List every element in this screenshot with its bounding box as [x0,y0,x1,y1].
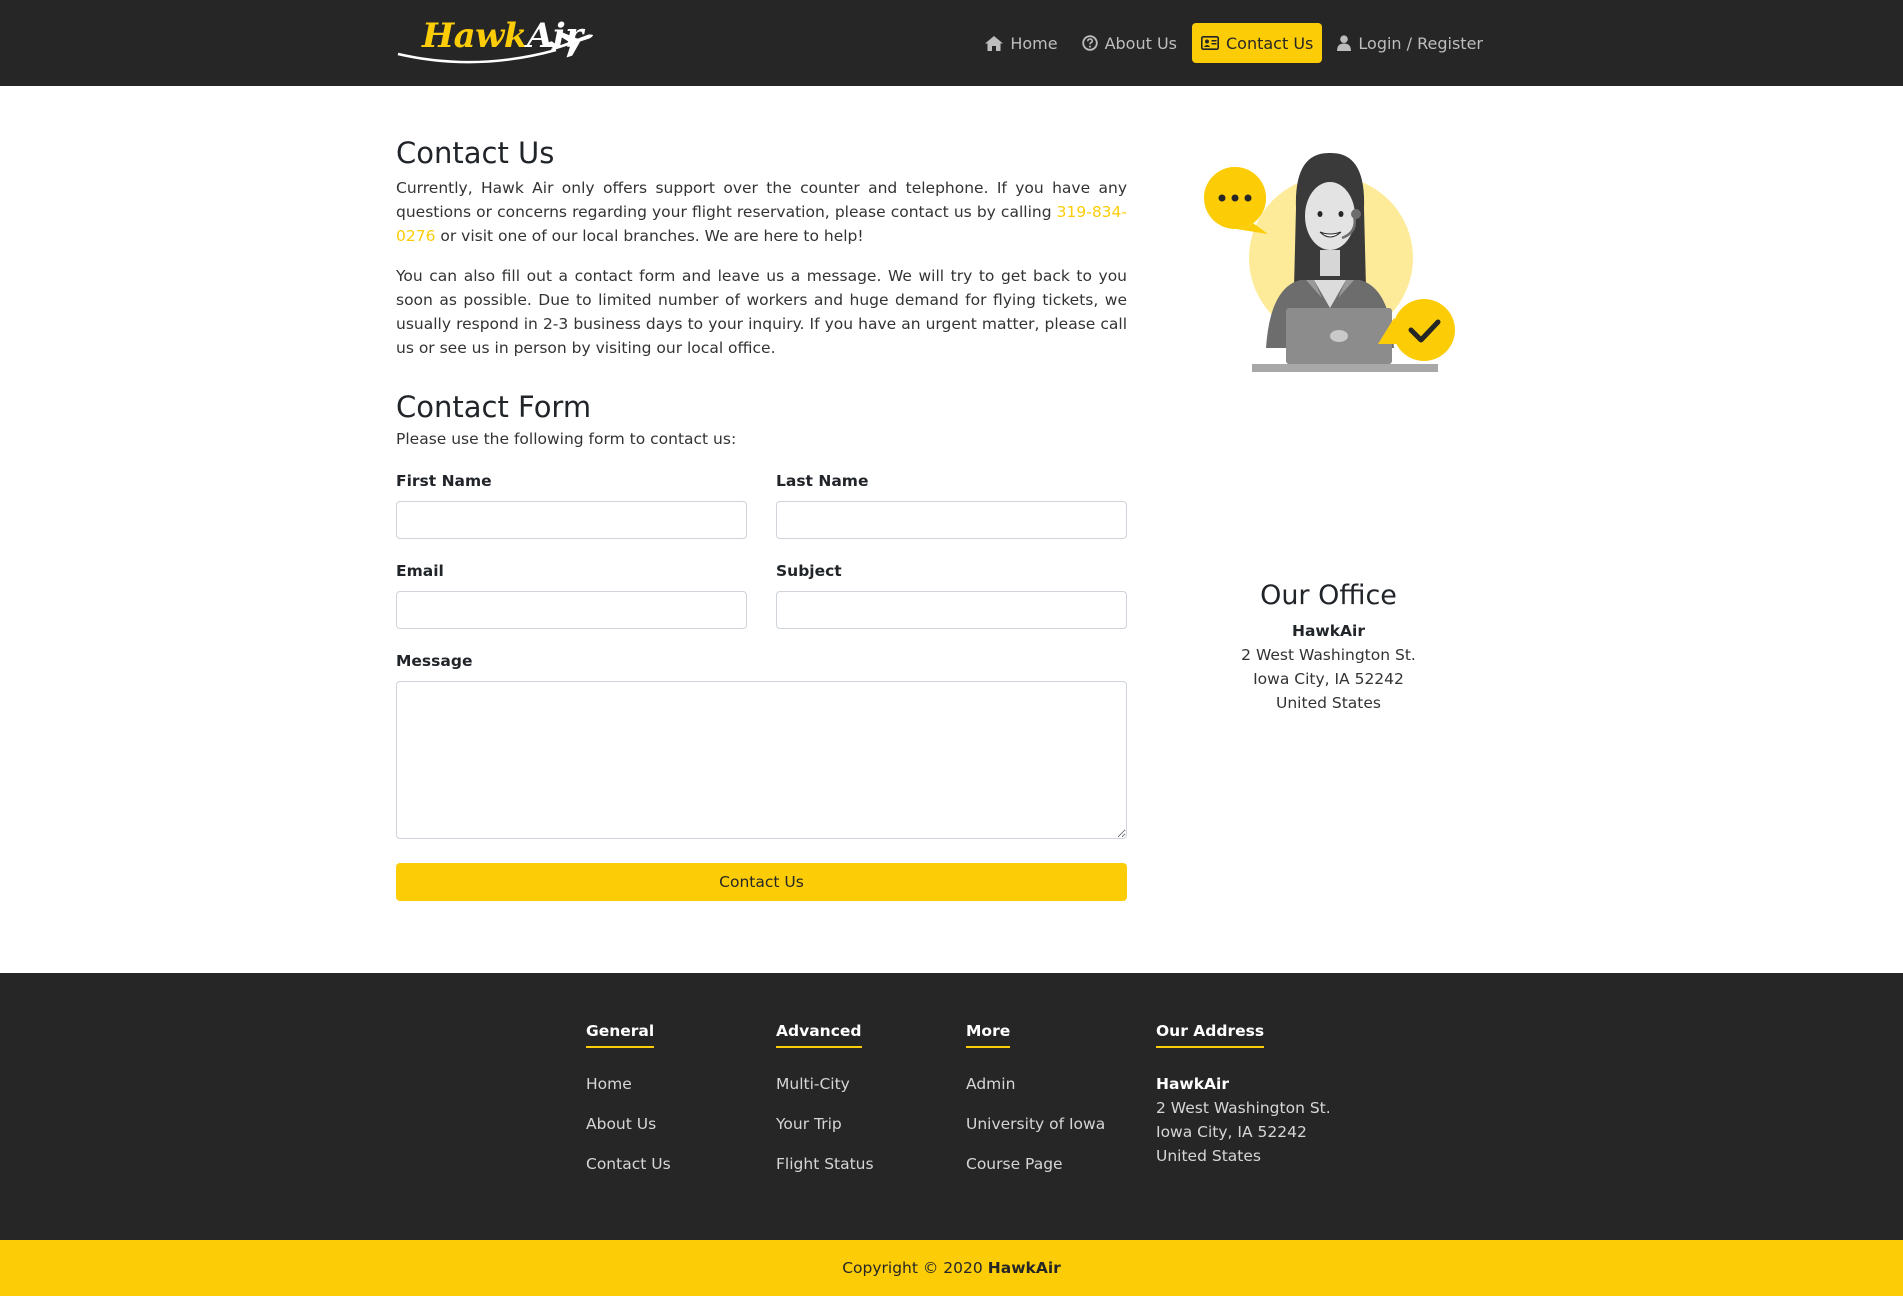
last-name-label: Last Name [776,472,869,490]
footer-address-country: United States [1156,1147,1261,1165]
footer-link-university[interactable]: University of Iowa [966,1112,1105,1152]
nav-home-label: Home [1010,33,1058,53]
footer-advanced-title: Advanced [776,1022,862,1048]
footer-general: General Home About Us Contact Us [586,1021,671,1192]
navbar: HawkAir Home About Us Contact Us Login /… [0,0,1903,86]
office-info: Our Office HawkAir 2 West Washington St.… [1196,580,1461,715]
nav-contact-label: Contact Us [1226,33,1314,53]
contact-intro-text: Currently, Hawk Air only offers support … [396,179,1127,221]
main-nav: Home About Us Contact Us Login / Registe… [976,23,1492,63]
footer-advanced: Advanced Multi-City Your Trip Flight Sta… [776,1021,874,1192]
footer-link-about[interactable]: About Us [586,1112,671,1152]
logo-text-hawk: Hawk [422,16,527,56]
office-street: 2 West Washington St. [1241,646,1416,664]
email-label: Email [396,562,444,580]
logo-text: HawkAir [422,16,583,56]
logo-text-air: Air [526,16,583,56]
nav-about[interactable]: About Us [1073,23,1186,63]
contact-form-intro: Please use the following form to contact… [396,430,737,448]
nav-login[interactable]: Login / Register [1328,23,1492,63]
nav-login-label: Login / Register [1358,33,1483,53]
nav-about-label: About Us [1104,33,1177,53]
office-country: United States [1276,694,1381,712]
copyright-brand: HawkAir [987,1259,1061,1277]
footer-link-multi-city[interactable]: Multi-City [776,1072,874,1112]
footer-link-home[interactable]: Home [586,1072,671,1112]
office-title: Our Office [1260,580,1397,611]
contact-form-title: Contact Form [396,390,592,424]
email-field[interactable] [396,591,747,629]
contact-intro-paragraph: Currently, Hawk Air only offers support … [396,176,1127,248]
support-agent-illustration [1204,152,1455,372]
footer-link-course-page[interactable]: Course Page [966,1152,1105,1192]
message-field[interactable] [396,681,1127,839]
footer-more: More Admin University of Iowa Course Pag… [966,1021,1105,1192]
contact-form-paragraph: You can also fill out a contact form and… [396,267,1127,357]
contact-card-icon [1201,36,1219,50]
copyright-bar: Copyright © 2020 HawkAir [0,1240,1903,1296]
user-icon [1337,35,1352,51]
footer-link-contact[interactable]: Contact Us [586,1152,671,1192]
footer-link-your-trip[interactable]: Your Trip [776,1112,874,1152]
office-company: HawkAir [1291,622,1365,640]
footer: General Home About Us Contact Us Advance… [0,973,1903,1240]
page-title: Contact Us [396,136,555,170]
contact-intro-text-end: or visit one of our local branches. We a… [435,227,864,245]
footer-address-company: HawkAir [1156,1075,1230,1093]
subject-label: Subject [776,562,842,580]
contact-submit-button[interactable]: Contact Us [396,863,1127,901]
footer-link-flight-status[interactable]: Flight Status [776,1152,874,1192]
footer-address-city: Iowa City, IA 52242 [1156,1123,1307,1141]
footer-address-title: Our Address [1156,1022,1265,1048]
copyright-text: Copyright © 2020 [842,1259,983,1277]
first-name-label: First Name [396,472,492,490]
first-name-field[interactable] [396,501,747,539]
nav-contact[interactable]: Contact Us [1192,23,1323,63]
footer-address-street: 2 West Washington St. [1156,1099,1331,1117]
subject-field[interactable] [776,591,1127,629]
hawkair-logo[interactable]: HawkAir [396,14,618,70]
last-name-field[interactable] [776,501,1127,539]
office-city: Iowa City, IA 52242 [1253,670,1404,688]
footer-more-title: More [966,1022,1011,1048]
message-label: Message [396,652,473,670]
question-circle-icon [1081,35,1098,51]
footer-link-admin[interactable]: Admin [966,1072,1105,1112]
footer-general-title: General [586,1022,655,1048]
nav-home[interactable]: Home [976,23,1066,63]
footer-address-block: HawkAir 2 West Washington St. Iowa City,… [1156,1072,1331,1168]
footer-address: Our Address HawkAir 2 West Washington St… [1156,1021,1331,1168]
home-icon [985,35,1004,51]
